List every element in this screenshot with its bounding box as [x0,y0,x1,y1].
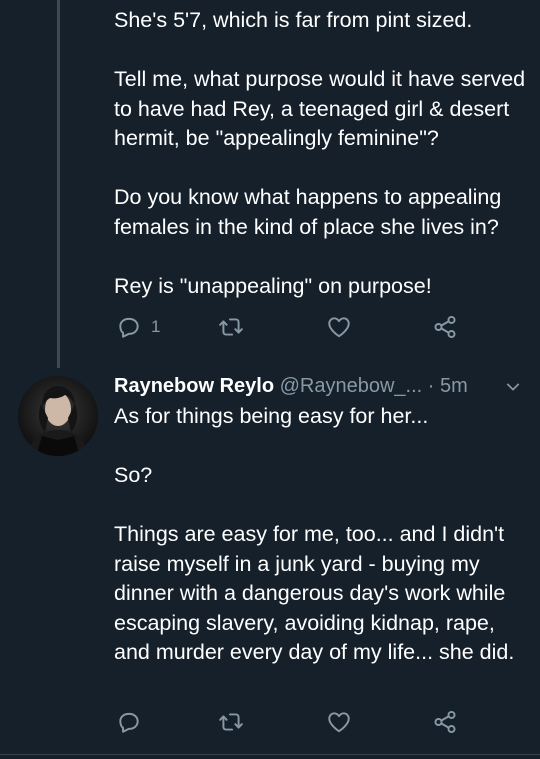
thread-connector-line [57,0,60,368]
share-icon [434,315,456,339]
heart-icon [328,712,350,733]
avatar[interactable] [18,376,98,456]
header-separator: · [427,375,435,397]
tweet-header: Raynebow Reylo @Raynebow_... · 5m [114,372,528,400]
author-handle[interactable]: @Raynebow_... [280,375,423,397]
tweet-action-bar: 1 [114,314,474,342]
share-icon [434,710,456,734]
retweet-icon [219,318,243,336]
share-button[interactable] [432,709,458,735]
retweet-icon [219,713,243,731]
retweet-button[interactable] [218,314,244,340]
tweet-divider [0,754,540,755]
share-button[interactable] [432,314,458,340]
heart-icon [328,317,350,338]
reply-button[interactable] [116,709,142,735]
retweet-button[interactable] [218,709,244,735]
author-name[interactable]: Raynebow Reylo [114,375,274,397]
reply-icon [119,317,139,338]
tweet-text: She's 5'7, which is far from pint sized.… [114,8,526,298]
tweet-action-bar [114,709,474,737]
tweet-timestamp[interactable]: 5m [440,375,468,397]
reply-count: 1 [151,317,161,336]
chevron-down-icon[interactable] [504,378,522,396]
like-button[interactable] [326,314,352,340]
avatar-image [18,376,98,456]
reply-icon [119,712,139,733]
tweet-text: As for things being easy for her... So? … [114,404,515,664]
like-button[interactable] [326,709,352,735]
reply-button[interactable]: 1 [116,314,160,340]
